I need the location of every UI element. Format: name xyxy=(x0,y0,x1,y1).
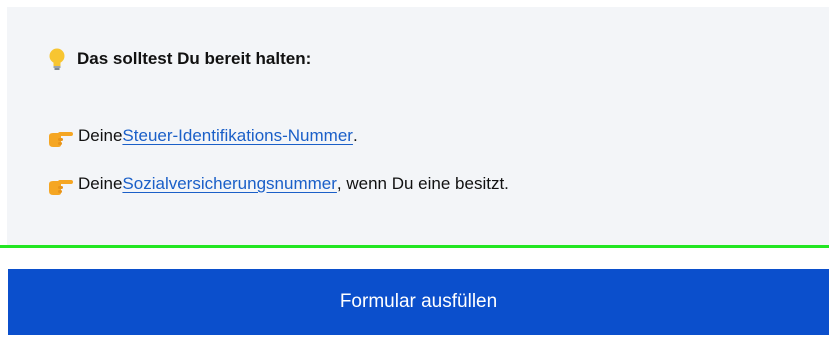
divider xyxy=(0,245,829,248)
social-security-link[interactable]: Sozialversicherungsnummer xyxy=(122,174,336,194)
tax-id-link[interactable]: Steuer-Identifikations-Nummer xyxy=(122,126,353,146)
item-prefix: Deine xyxy=(78,174,123,193)
lightbulb-icon xyxy=(46,46,68,72)
list-item: Deine Sozialversicherungsnummer, wenn Du… xyxy=(46,169,509,199)
item-suffix: , wenn Du eine besitzt. xyxy=(336,174,509,193)
list-item: Deine Steuer-Identifikations-Nummer. xyxy=(46,121,358,151)
tip-heading: Das solltest Du bereit halten: xyxy=(46,44,311,74)
pointing-hand-icon xyxy=(46,175,74,197)
item-prefix: Deine xyxy=(78,126,123,145)
tip-heading-text: Das solltest Du bereit halten: xyxy=(77,49,312,68)
pointing-hand-icon xyxy=(46,127,74,149)
fill-form-button[interactable]: Formular ausfüllen xyxy=(8,269,829,335)
item-suffix: . xyxy=(352,126,358,145)
